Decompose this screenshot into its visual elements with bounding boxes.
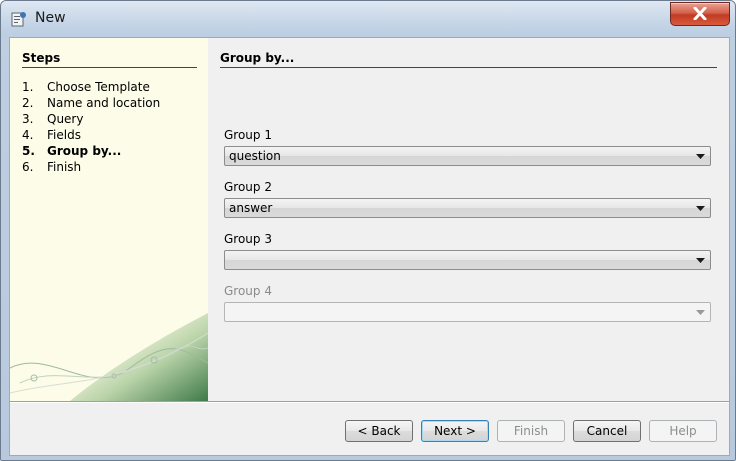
step-item: 3. Query [22, 112, 84, 126]
help-button: Help [649, 420, 717, 442]
window-title: New [35, 10, 66, 26]
group-1-dropdown[interactable]: question [224, 146, 711, 166]
finish-button: Finish [497, 420, 565, 442]
step-label: Name and location [47, 96, 161, 110]
decorative-swirl-graphic [10, 313, 208, 401]
close-x-icon [693, 7, 707, 20]
wizard-body: Steps 1. Choose Template 2. Name and locat… [9, 37, 730, 456]
steps-panel: Steps 1. Choose Template 2. Name and locat… [10, 38, 208, 401]
wizard-window: New Steps 1. Choose Template 2. Name and l… [0, 0, 736, 461]
group-2-label: Group 2 [224, 180, 272, 194]
next-button[interactable]: Next > [421, 420, 489, 442]
step-item: 1. Choose Template [22, 80, 150, 94]
chevron-down-icon [696, 206, 705, 211]
steps-list: 1. Choose Template 2. Name and location 3.… [22, 79, 160, 175]
close-button[interactable] [670, 2, 730, 26]
cancel-button[interactable]: Cancel [573, 420, 641, 442]
step-item: 6. Finish [22, 160, 82, 174]
page-title: Group by... [220, 51, 717, 68]
chevron-down-icon [696, 310, 705, 315]
step-label: Fields [47, 128, 81, 142]
group-3-dropdown[interactable] [224, 250, 711, 270]
group-2-dropdown[interactable]: answer [224, 198, 711, 218]
steps-heading: Steps [22, 51, 197, 68]
step-label: Group by... [47, 144, 122, 158]
group-4-label: Group 4 [224, 284, 272, 298]
step-item: 4. Fields [22, 128, 81, 142]
step-label: Choose Template [47, 80, 150, 94]
button-bar-separator [10, 401, 729, 403]
step-item: 2. Name and location [22, 96, 161, 110]
back-button[interactable]: < Back [345, 420, 413, 442]
group-1-value: question [229, 149, 281, 163]
chevron-down-icon [696, 154, 705, 159]
group-4-dropdown [224, 302, 711, 322]
step-item-current: 5. Group by... [22, 144, 122, 158]
title-bar[interactable]: New [1, 1, 735, 37]
group-1-label: Group 1 [224, 128, 272, 142]
step-label: Finish [47, 160, 82, 174]
step-label: Query [47, 112, 84, 126]
group-2-value: answer [229, 201, 273, 215]
chevron-down-icon [696, 258, 705, 263]
wizard-app-icon [11, 12, 26, 27]
group-3-label: Group 3 [224, 232, 272, 246]
